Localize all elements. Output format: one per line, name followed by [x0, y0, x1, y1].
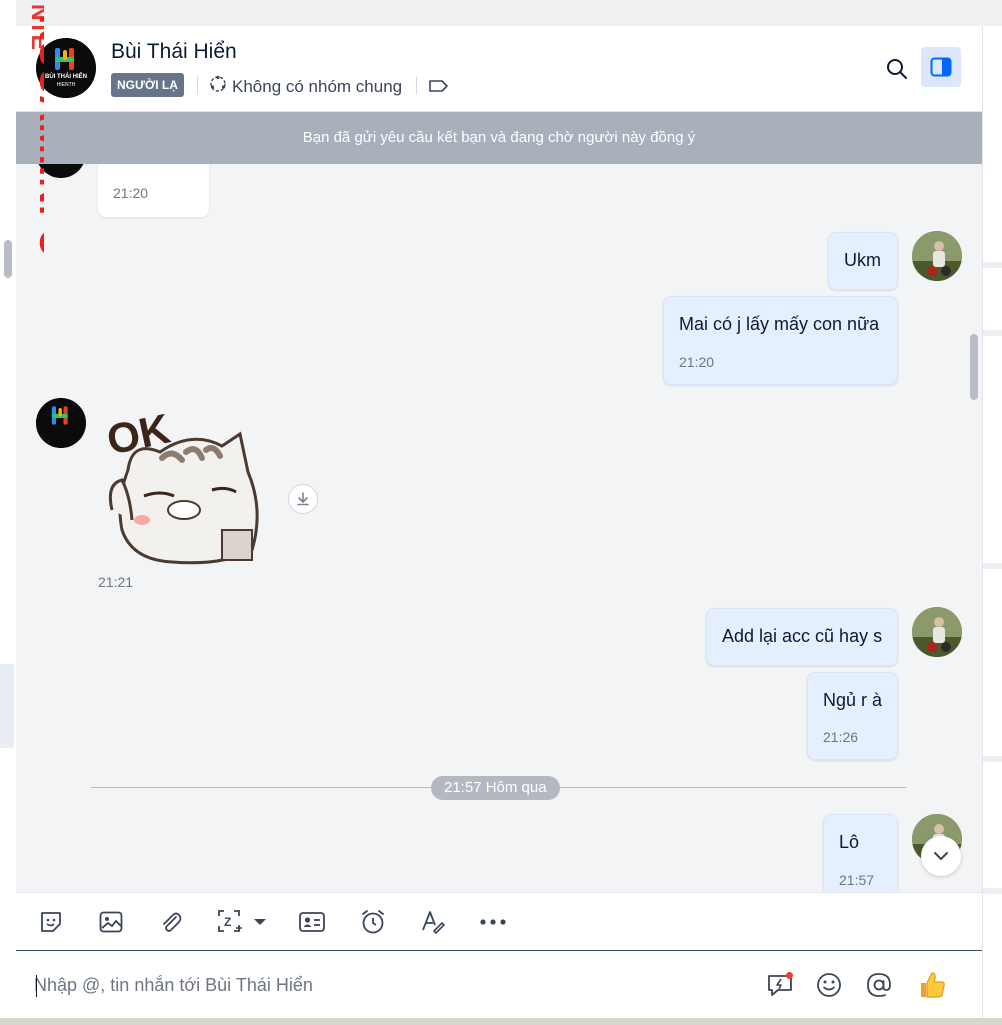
stranger-badge: NGƯỜI LẠ — [111, 73, 184, 97]
avatar-logo-text: BÙI THÁI HIỂN — [45, 74, 87, 80]
message-time: 21:21 — [98, 574, 134, 590]
emoji-icon[interactable] — [813, 969, 845, 1001]
right-panel-divider — [983, 563, 1002, 569]
ok-cat-sticker[interactable]: OK — [102, 400, 272, 566]
message-time: 21:20 — [113, 185, 149, 201]
right-panel-divider — [983, 262, 1002, 268]
download-icon[interactable] — [288, 484, 318, 514]
right-panel-divider — [983, 330, 1002, 336]
taskbar-edge — [0, 1018, 1002, 1025]
header-separator — [197, 76, 198, 94]
contact-name[interactable]: Bùi Thái Hiển — [111, 40, 237, 64]
right-panel-divider — [983, 756, 1002, 762]
sidebar-toggle-icon[interactable] — [921, 47, 961, 87]
message-input[interactable] — [34, 971, 734, 999]
date-divider-label: 21:57 Hôm qua — [431, 776, 560, 800]
reminder-icon[interactable] — [358, 907, 388, 937]
contact-avatar[interactable]: BÙI THÁI HIỂN HIENTH — [36, 38, 96, 98]
common-groups[interactable]: Không có nhóm chung — [208, 74, 402, 99]
my-avatar[interactable] — [912, 231, 962, 281]
message-composer — [16, 951, 982, 1018]
message-bubble-incoming[interactable]: 21:20 — [98, 164, 209, 217]
svg-text:Z: Z — [224, 915, 231, 929]
message-list-scrollbar[interactable] — [970, 334, 978, 400]
attachment-icon[interactable] — [156, 907, 186, 937]
right-panel-edge — [982, 26, 1002, 1025]
message-text: Mai có j lấy mấy con nữa — [679, 314, 880, 334]
tag-icon[interactable] — [428, 77, 450, 100]
watermark: NTE KSCAM.INFO — [0, 0, 73, 262]
message-time: 21:26 — [823, 729, 859, 745]
right-panel-divider — [983, 888, 1002, 894]
chat-header: BÙI THÁI HIỂN HIENTH Bùi Thái Hiển NGƯỜI… — [16, 26, 982, 112]
message-bubble-outgoing[interactable]: Add lại acc cũ hay s — [706, 608, 898, 666]
message-text: Add lại acc cũ hay s — [722, 626, 883, 646]
sticker-icon[interactable] — [36, 907, 66, 937]
avatar-logo-subtext: HIENTH — [56, 82, 76, 88]
my-avatar[interactable] — [912, 607, 962, 657]
message-bubble-outgoing[interactable]: Ukm — [828, 232, 898, 290]
conversation-list-selected-row[interactable] — [0, 664, 14, 748]
mention-icon[interactable] — [863, 969, 895, 1001]
contact-avatar-small[interactable] — [36, 398, 86, 448]
common-groups-label: Không có nhóm chung — [232, 76, 403, 96]
message-bubble-outgoing[interactable]: Lô 21:57 — [823, 814, 898, 892]
watermark-text: KSCAM.INFO — [32, 14, 44, 258]
screenshot-icon[interactable]: Z — [216, 907, 268, 937]
window-top-bar — [0, 0, 1002, 26]
group-icon — [208, 74, 228, 99]
message-text: Ngủ r à — [823, 690, 883, 710]
message-time: 21:20 — [679, 354, 715, 370]
composer-toolbar: Z — [16, 892, 982, 951]
message-time: 21:57 — [839, 872, 875, 888]
friend-request-banner: Bạn đã gửi yêu cầu kết bạn và đang chờ n… — [16, 112, 982, 164]
message-bubble-outgoing[interactable]: Ngủ r à 21:26 — [807, 672, 898, 760]
contact-card-icon[interactable] — [297, 907, 327, 937]
message-text: Ukm — [844, 250, 881, 270]
scroll-to-bottom-icon[interactable] — [921, 836, 961, 876]
message-list[interactable]: 21:20 Ukm Mai có j lấy mấy con nữa 21:20… — [16, 164, 982, 892]
thumbs-up-icon[interactable] — [916, 969, 948, 1001]
message-text: Lô — [839, 832, 860, 852]
text-caret — [36, 975, 37, 997]
notification-dot — [786, 972, 793, 979]
image-icon[interactable] — [96, 907, 126, 937]
more-icon[interactable] — [478, 907, 508, 937]
message-bubble-outgoing[interactable]: Mai có j lấy mấy con nữa 21:20 — [663, 296, 898, 385]
header-separator — [416, 76, 417, 94]
quick-message-icon[interactable] — [764, 969, 796, 1001]
search-icon[interactable] — [882, 54, 912, 84]
text-format-icon[interactable] — [418, 907, 448, 937]
